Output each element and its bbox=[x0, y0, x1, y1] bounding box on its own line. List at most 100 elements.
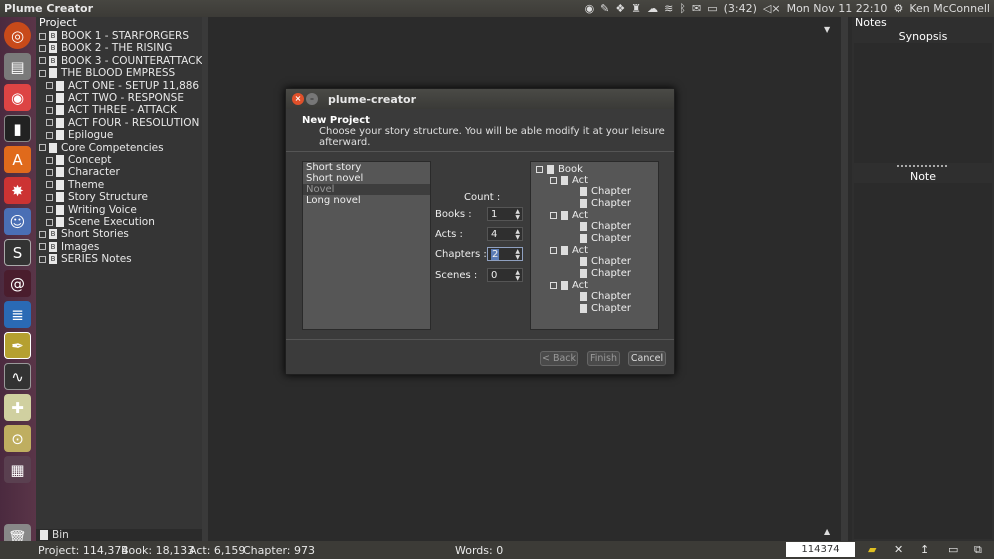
workspaces-icon[interactable]: ▦ bbox=[4, 456, 31, 483]
preview-chapter[interactable]: Chapter bbox=[580, 233, 631, 244]
checkbox-icon[interactable] bbox=[550, 282, 557, 289]
synopsis-editor[interactable] bbox=[854, 43, 992, 163]
structure-option[interactable]: Short story bbox=[303, 162, 430, 173]
checkbox-icon[interactable] bbox=[550, 247, 557, 254]
spinbox-value[interactable]: 2 bbox=[491, 248, 500, 260]
note-editor[interactable] bbox=[854, 183, 992, 539]
tree-item[interactable]: Epilogue bbox=[46, 129, 113, 141]
tree-item[interactable]: B SERIES Notes bbox=[39, 253, 132, 265]
expand-icon[interactable] bbox=[46, 119, 53, 127]
preview-chapter[interactable]: Chapter bbox=[580, 291, 631, 302]
tree-item[interactable]: Scene Execution bbox=[46, 216, 155, 228]
chevron-down-icon[interactable]: ▼ bbox=[824, 25, 830, 34]
expand-icon[interactable] bbox=[46, 131, 53, 139]
expand-icon[interactable] bbox=[46, 94, 53, 102]
chrome-icon[interactable]: ◉ bbox=[4, 84, 31, 111]
edit-icon[interactable]: ✎ bbox=[600, 2, 609, 15]
preview-act[interactable]: Act bbox=[550, 175, 588, 186]
expand-icon[interactable] bbox=[39, 57, 46, 65]
cancel-button[interactable]: Cancel bbox=[628, 351, 666, 366]
preview-chapter[interactable]: Chapter bbox=[580, 256, 631, 267]
clock[interactable]: Mon Nov 11 22:10 bbox=[787, 2, 888, 15]
tree-item[interactable]: Core Competencies bbox=[39, 142, 164, 154]
preview-chapter[interactable]: Chapter bbox=[580, 303, 631, 314]
dropbox-icon[interactable]: ❖ bbox=[615, 2, 625, 15]
user-name[interactable]: Ken McConnell bbox=[909, 2, 990, 15]
tree-item[interactable]: THE BLOOD EMPRESS bbox=[39, 67, 175, 79]
tree-item[interactable]: Theme bbox=[46, 179, 104, 191]
spin-arrows-icon[interactable]: ▲ ▼ bbox=[515, 229, 520, 241]
structure-option[interactable]: Long novel bbox=[303, 195, 430, 206]
close-icon[interactable]: × bbox=[292, 93, 304, 105]
count-spinbox[interactable]: 0 ▲ ▼ bbox=[487, 268, 523, 282]
tools-icon[interactable]: ✕ bbox=[894, 543, 903, 556]
volume-icon[interactable]: ◁× bbox=[763, 2, 781, 15]
spin-arrows-icon[interactable]: ▲ ▼ bbox=[515, 249, 520, 261]
expand-icon[interactable] bbox=[39, 32, 46, 40]
minimize-icon[interactable]: – bbox=[306, 93, 318, 105]
notes-app-icon[interactable]: ✚ bbox=[4, 394, 31, 421]
scrollbar[interactable] bbox=[841, 17, 848, 541]
tree-item[interactable]: B BOOK 3 - COUNTERATTACK bbox=[39, 55, 202, 67]
expand-icon[interactable] bbox=[39, 69, 46, 77]
spinbox-value[interactable]: 1 bbox=[491, 209, 497, 220]
tree-item[interactable]: Character bbox=[46, 166, 120, 178]
tree-item[interactable]: Story Structure bbox=[46, 191, 148, 203]
bin-item[interactable]: Bin bbox=[36, 529, 202, 541]
editor-scroll-area[interactable]: ▼ ▲ bbox=[821, 17, 841, 541]
tree-item[interactable]: Writing Voice bbox=[46, 204, 137, 216]
preview-chapter[interactable]: Chapter bbox=[580, 268, 631, 279]
settings-icon[interactable]: ✸ bbox=[4, 177, 31, 204]
files-icon[interactable]: ▤ bbox=[4, 53, 31, 80]
battery-time[interactable]: (3:42) bbox=[724, 2, 757, 15]
expand-icon[interactable] bbox=[46, 168, 53, 176]
structure-list[interactable]: Short story Short novel Novel Long novel bbox=[302, 161, 431, 330]
writer-icon[interactable]: ≣ bbox=[4, 301, 31, 328]
finish-button[interactable]: Finish bbox=[587, 351, 620, 366]
terminal-icon[interactable]: ▮ bbox=[4, 115, 31, 142]
expand-icon[interactable] bbox=[46, 106, 53, 114]
expand-icon[interactable] bbox=[46, 181, 53, 189]
checkbox-icon[interactable] bbox=[550, 212, 557, 219]
wifi-icon[interactable]: ≋ bbox=[664, 2, 673, 15]
preview-book[interactable]: Book bbox=[536, 164, 583, 175]
count-spinbox[interactable]: 4 ▲ ▼ bbox=[487, 227, 523, 241]
gear-icon[interactable]: ⚙ bbox=[893, 2, 903, 15]
pidgin-icon[interactable]: ☺ bbox=[4, 208, 31, 235]
tree-item[interactable]: ACT THREE - ATTACK bbox=[46, 104, 177, 116]
preview-act[interactable]: Act bbox=[550, 210, 588, 221]
expand-icon[interactable] bbox=[39, 230, 46, 238]
sublime-icon[interactable]: S bbox=[4, 239, 31, 266]
window-icon[interactable]: ⧉ bbox=[974, 543, 982, 557]
spinbox-value[interactable]: 4 bbox=[491, 229, 497, 240]
spinbox-value[interactable]: 0 bbox=[491, 270, 497, 281]
mail-icon[interactable]: ✉ bbox=[692, 2, 701, 15]
structure-option[interactable]: Novel bbox=[303, 184, 430, 195]
expand-icon[interactable] bbox=[39, 144, 46, 152]
display-icon[interactable]: ▭ bbox=[948, 543, 958, 556]
fullscreen-icon[interactable]: ↥ bbox=[920, 543, 929, 556]
expand-icon[interactable] bbox=[46, 206, 53, 214]
cloud-icon[interactable]: ☁ bbox=[647, 2, 658, 15]
bluetooth-icon[interactable]: ᛒ bbox=[679, 2, 686, 15]
preview-chapter[interactable]: Chapter bbox=[580, 221, 631, 232]
expand-icon[interactable] bbox=[46, 156, 53, 164]
expand-icon[interactable] bbox=[39, 243, 46, 251]
expand-icon[interactable] bbox=[39, 255, 46, 263]
tree-item[interactable]: ACT FOUR - RESOLUTION bbox=[46, 117, 199, 129]
tree-item[interactable]: B BOOK 1 - STARFORGERS bbox=[39, 30, 189, 42]
count-spinbox[interactable]: 1 ▲ ▼ bbox=[487, 207, 523, 221]
structure-option[interactable]: Short novel bbox=[303, 173, 430, 184]
back-button[interactable]: < Back bbox=[540, 351, 578, 366]
preview-act[interactable]: Act bbox=[550, 245, 588, 256]
gift-icon[interactable]: ♜ bbox=[631, 2, 641, 15]
splitter-grip[interactable] bbox=[897, 165, 947, 169]
swirl-icon[interactable]: @ bbox=[4, 270, 31, 297]
tree-item[interactable]: Concept bbox=[46, 154, 111, 166]
spin-arrows-icon[interactable]: ▲ ▼ bbox=[515, 270, 520, 282]
tree-item[interactable]: B BOOK 2 - THE RISING bbox=[39, 42, 172, 54]
tree-item[interactable]: ACT TWO - RESPONSE bbox=[46, 92, 184, 104]
count-spinbox[interactable]: 2 ▲ ▼ bbox=[487, 247, 523, 261]
ubuntu-logo-icon[interactable]: ◎ bbox=[4, 22, 31, 49]
preview-act[interactable]: Act bbox=[550, 280, 588, 291]
